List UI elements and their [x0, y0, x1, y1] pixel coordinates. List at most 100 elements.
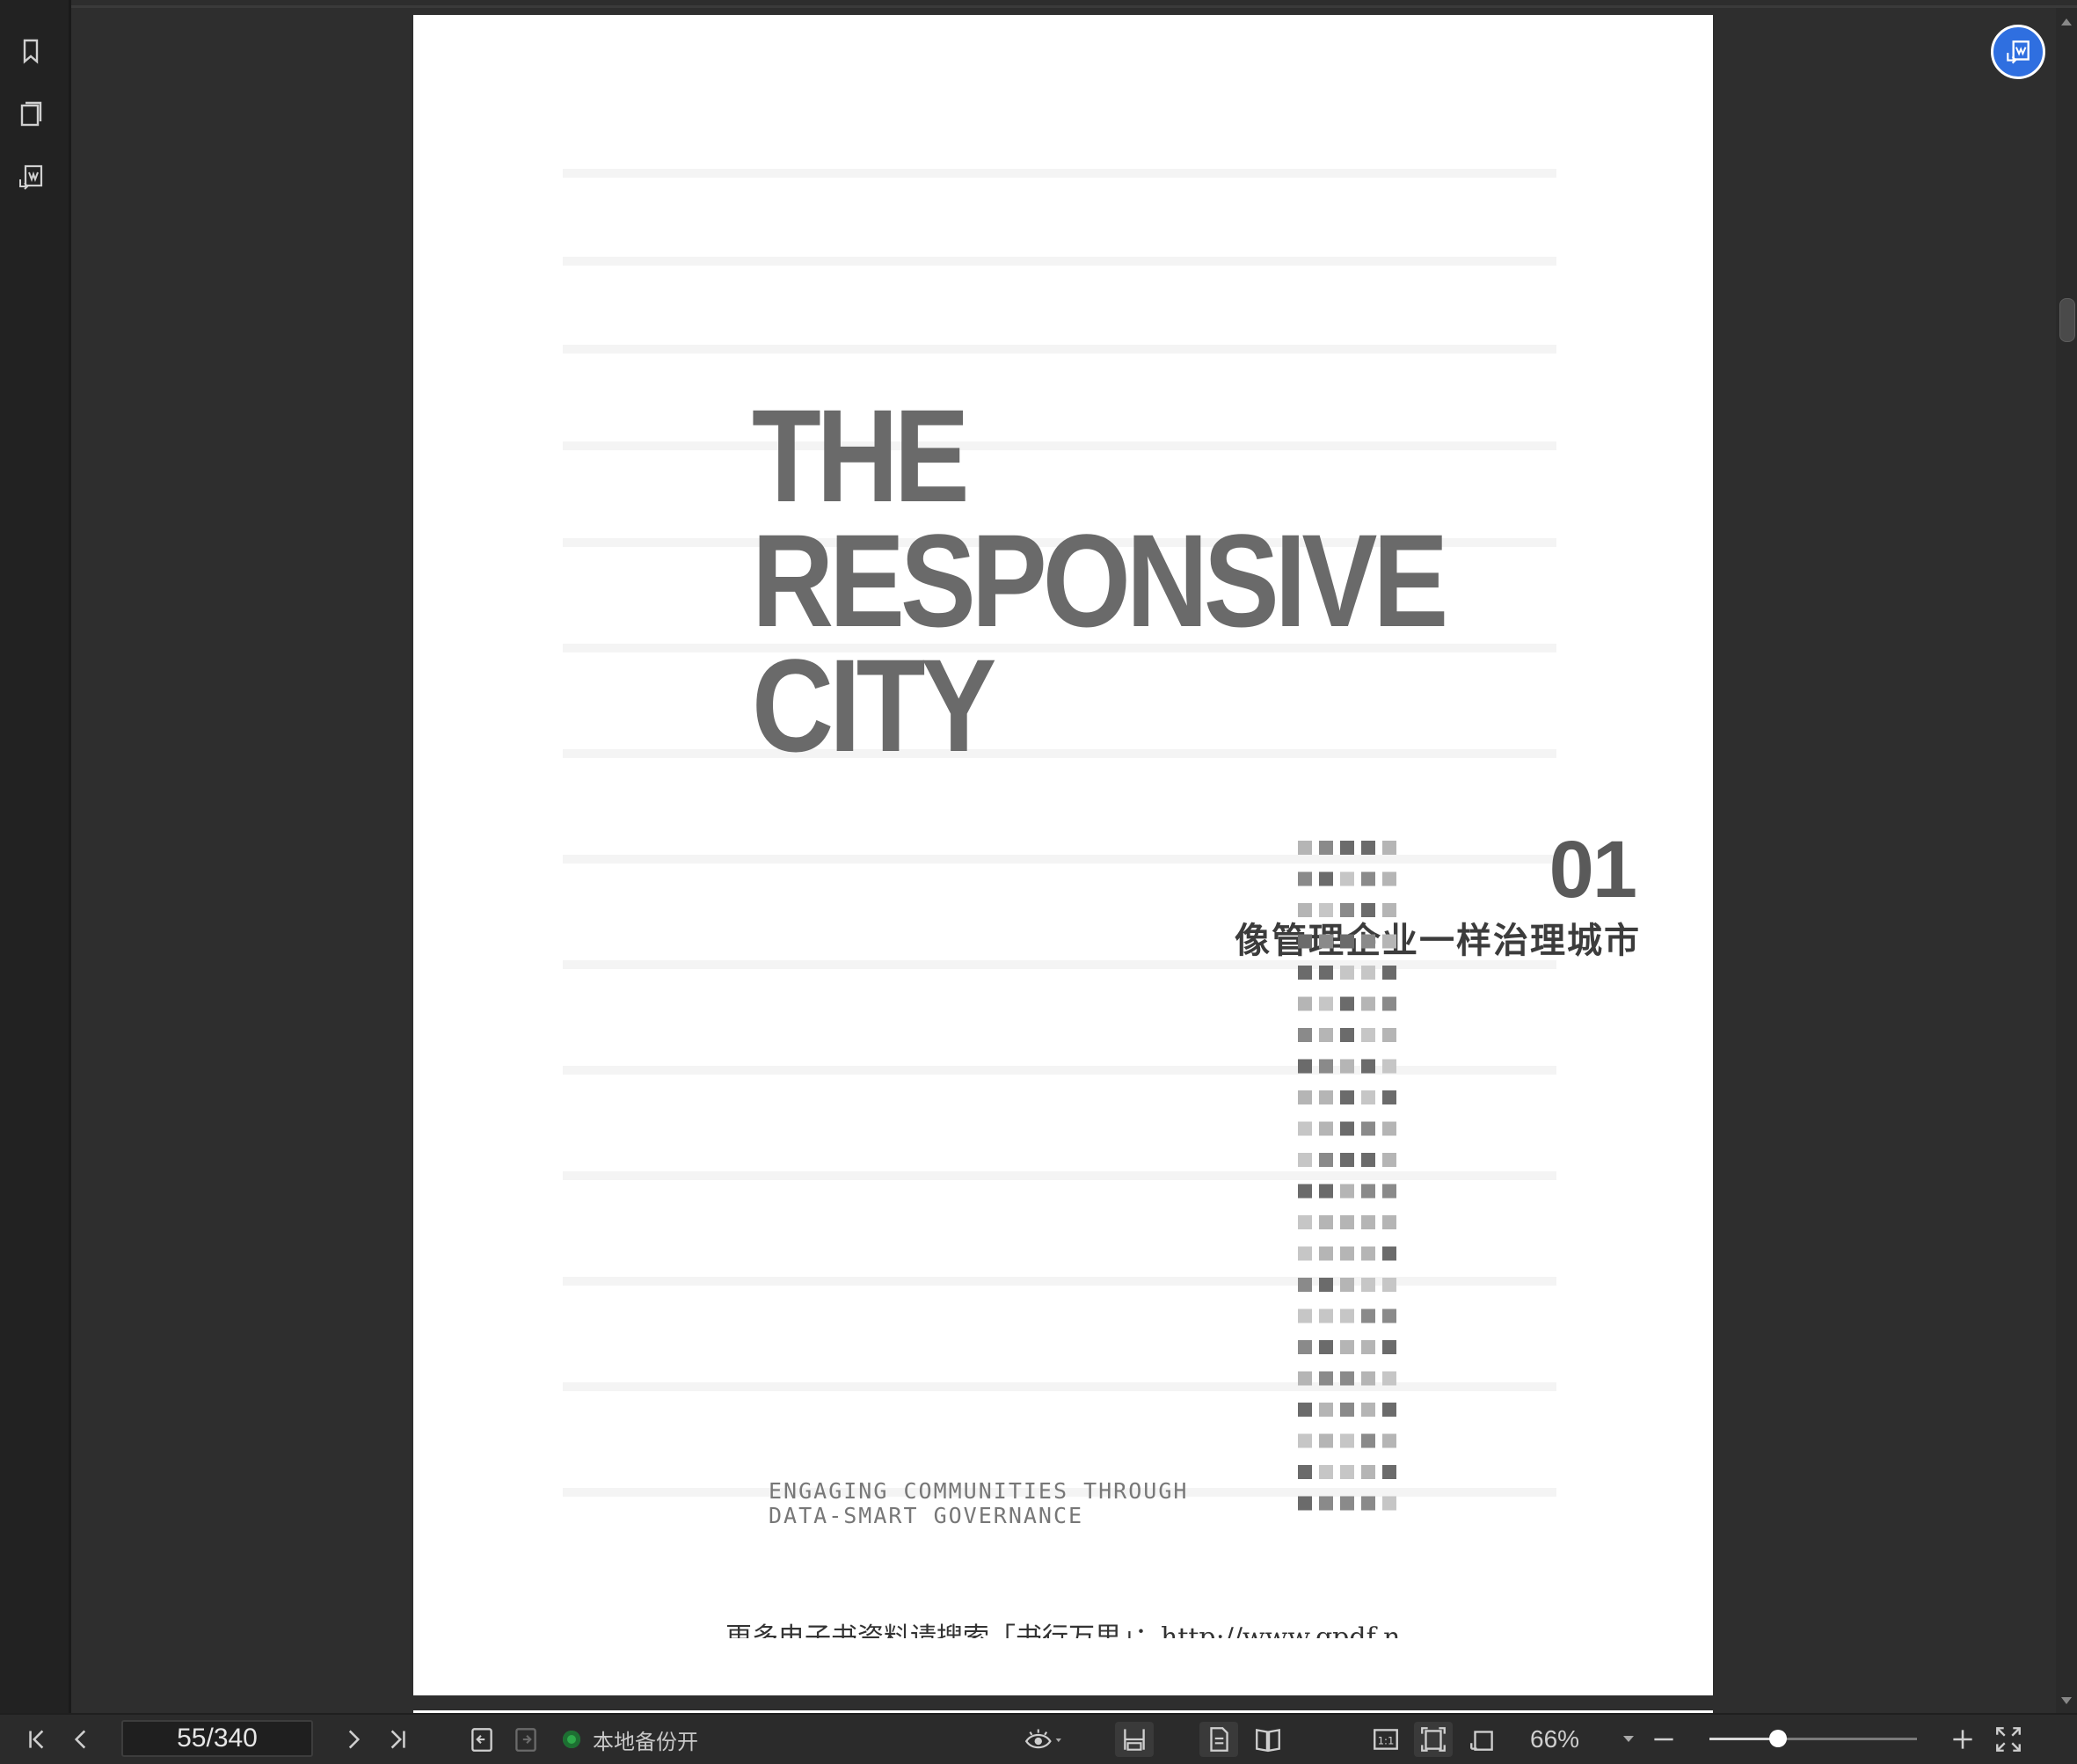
- thumbnails-button[interactable]: [15, 98, 47, 130]
- pattern-square: [1319, 1153, 1333, 1167]
- fit-page-button[interactable]: [1414, 1722, 1453, 1757]
- pattern-square: [1340, 903, 1354, 917]
- pattern-square: [1319, 1403, 1333, 1417]
- pattern-square: [1382, 1340, 1396, 1354]
- scroll-down-arrow-icon[interactable]: [2061, 1697, 2072, 1704]
- pattern-square: [1361, 903, 1375, 917]
- book-open-icon: [1256, 1728, 1280, 1753]
- document-viewport[interactable]: THE RESPONSIVE CITY 01 像管理企业一样治理城市 ENGAG…: [71, 8, 2056, 1715]
- status-dot-icon: [563, 1731, 580, 1748]
- convert-button[interactable]: [15, 162, 47, 193]
- pattern-square: [1340, 1121, 1354, 1136]
- pattern-square: [1382, 1184, 1396, 1199]
- pattern-square: [1340, 871, 1354, 886]
- pattern-square: [1319, 1496, 1333, 1511]
- next-page-button[interactable]: [338, 1722, 369, 1757]
- pattern-square: [1361, 1308, 1375, 1323]
- scroll-thumb[interactable]: [2059, 298, 2075, 342]
- pattern-square: [1382, 1028, 1396, 1042]
- zoom-slider[interactable]: [1709, 1730, 1917, 1747]
- pattern-square: [1298, 1246, 1312, 1261]
- floating-convert-button[interactable]: [1991, 25, 2045, 79]
- zoom-slider-knob[interactable]: [1768, 1730, 1787, 1747]
- pattern-square: [1298, 1028, 1312, 1042]
- minus-icon: [1654, 1738, 1673, 1741]
- last-page-button[interactable]: [382, 1722, 413, 1757]
- pattern-square: [1340, 996, 1354, 1011]
- zoom-level[interactable]: 66%: [1530, 1722, 1579, 1757]
- single-page-view-button[interactable]: [1199, 1722, 1238, 1757]
- pattern-square: [1319, 1371, 1333, 1386]
- go-forward-button[interactable]: [510, 1722, 542, 1757]
- left-sidebar: [0, 0, 71, 1715]
- pattern-square: [1361, 1246, 1375, 1261]
- pattern-square: [1298, 966, 1312, 980]
- reading-mode-button[interactable]: [1017, 1722, 1069, 1757]
- go-back-button[interactable]: [466, 1722, 498, 1757]
- pattern-square: [1382, 1121, 1396, 1136]
- pattern-square: [1298, 1308, 1312, 1323]
- pattern-square: [1382, 841, 1396, 855]
- pattern-square: [1361, 1278, 1375, 1292]
- pattern-square: [1298, 934, 1312, 949]
- pattern-square: [1319, 1028, 1333, 1042]
- pattern-square: [1382, 1371, 1396, 1386]
- chevron-right-icon: [348, 1730, 361, 1749]
- zoom-dropdown-caret-icon[interactable]: [1623, 1736, 1634, 1742]
- pattern-square: [1382, 1278, 1396, 1292]
- fit-width-button[interactable]: [1115, 1722, 1154, 1757]
- local-backup-status[interactable]: 本地备份开: [563, 1722, 698, 1757]
- book-title: THE RESPONSIVE CITY: [752, 390, 1448, 771]
- pattern-square: [1361, 1121, 1375, 1136]
- decorative-square-pattern: [1298, 841, 1396, 1511]
- pattern-square: [1340, 1340, 1354, 1354]
- pattern-square: [1361, 1184, 1375, 1199]
- pattern-square: [1298, 841, 1312, 855]
- pattern-square: [1319, 966, 1333, 980]
- fit-width-icon: [1124, 1729, 1145, 1751]
- pattern-square: [1340, 1465, 1354, 1479]
- pattern-square: [1361, 1090, 1375, 1104]
- two-page-view-button[interactable]: [1249, 1722, 1287, 1757]
- pattern-square: [1298, 1184, 1312, 1199]
- rotate-page-button[interactable]: [1463, 1722, 1502, 1757]
- plus-icon: [1953, 1730, 1972, 1749]
- bookmark-icon: [23, 39, 39, 64]
- pattern-square: [1340, 934, 1354, 949]
- pattern-square: [1340, 1215, 1354, 1229]
- bottom-toolbar: 55/340 本地备份开 1:1 66%: [0, 1713, 2077, 1764]
- vertical-scrollbar[interactable]: [2056, 8, 2077, 1715]
- first-page-icon: [29, 1730, 44, 1749]
- svg-text:1:1: 1:1: [1378, 1734, 1395, 1746]
- pattern-square: [1298, 1215, 1312, 1229]
- fullscreen-icon: [1996, 1727, 2021, 1752]
- convert-icon: [2007, 40, 2030, 64]
- zoom-out-button[interactable]: [1648, 1722, 1680, 1757]
- pattern-square: [1298, 1059, 1312, 1074]
- single-page-icon: [1210, 1727, 1228, 1752]
- pattern-square: [1340, 1433, 1354, 1448]
- pattern-square: [1340, 1403, 1354, 1417]
- pattern-square: [1361, 1371, 1375, 1386]
- bookmark-button[interactable]: [15, 35, 47, 67]
- pattern-square: [1340, 1059, 1354, 1074]
- pattern-square: [1319, 1246, 1333, 1261]
- back-history-icon: [471, 1728, 492, 1752]
- zoom-in-button[interactable]: [1947, 1722, 1979, 1757]
- pattern-square: [1382, 1496, 1396, 1511]
- fullscreen-button[interactable]: [1991, 1722, 2026, 1757]
- previous-page-button[interactable]: [65, 1722, 97, 1757]
- fit-page-icon: [1421, 1727, 1446, 1752]
- actual-size-button[interactable]: 1:1: [1368, 1722, 1403, 1757]
- pattern-square: [1382, 1153, 1396, 1167]
- scroll-up-arrow-icon[interactable]: [2061, 18, 2072, 26]
- pattern-square: [1298, 1433, 1312, 1448]
- page-thumbnails-icon: [20, 101, 42, 127]
- first-page-button[interactable]: [21, 1722, 53, 1757]
- pattern-square: [1340, 1246, 1354, 1261]
- chevron-left-icon: [74, 1730, 86, 1749]
- page-number-input[interactable]: 55/340: [121, 1720, 313, 1757]
- pattern-square: [1319, 1215, 1333, 1229]
- page-footer-text: 更多电子书资料请搜索「书行万里」：http://www.gpdf.n: [725, 1622, 1401, 1638]
- backup-status-label: 本地备份开: [593, 1729, 698, 1754]
